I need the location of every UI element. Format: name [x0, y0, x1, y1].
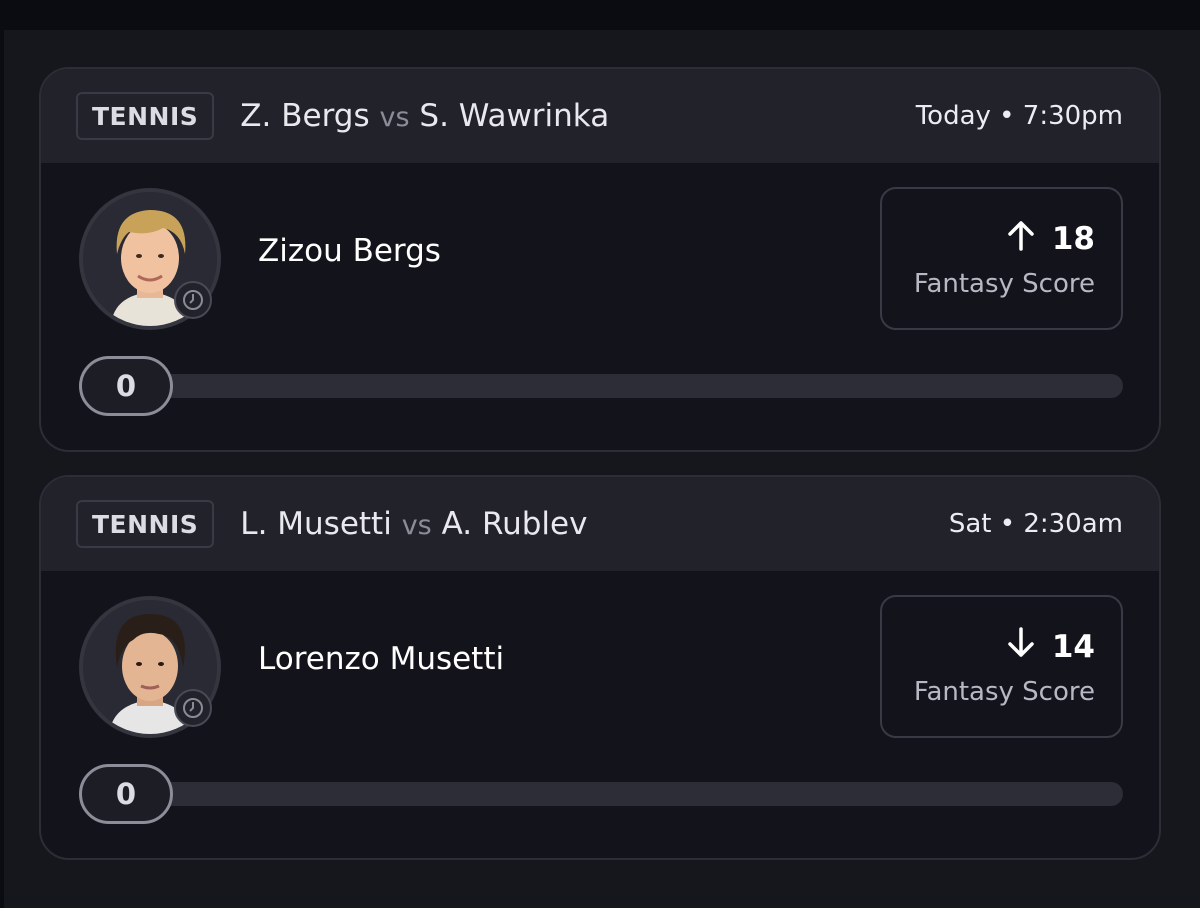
left-edge	[0, 0, 4, 908]
clock-icon	[174, 281, 212, 319]
progress-row: 0	[41, 339, 1159, 429]
progress-row: 0	[41, 747, 1159, 837]
card-header: TENNIS L. Musetti vs A. Rublev Sat • 2:3…	[41, 477, 1159, 571]
top-bar	[0, 0, 1200, 30]
matchup-player-b: A. Rublev	[441, 506, 588, 542]
projection-card[interactable]: TENNIS L. Musetti vs A. Rublev Sat • 2:3…	[39, 475, 1161, 860]
score-label: Fantasy Score	[913, 269, 1095, 299]
player-name: Zizou Bergs	[258, 233, 441, 269]
matchup: L. Musetti vs A. Rublev	[240, 506, 587, 542]
sport-badge: TENNIS	[76, 500, 215, 548]
matchup-player-a: Z. Bergs	[240, 98, 370, 134]
progress-track	[79, 374, 1123, 398]
score-label: Fantasy Score	[913, 677, 1095, 707]
sport-badge: TENNIS	[76, 92, 215, 140]
progress-value: 0	[79, 356, 173, 416]
progress-value: 0	[79, 764, 173, 824]
matchup: Z. Bergs vs S. Wawrinka	[240, 98, 609, 134]
player-row: Lorenzo Musetti 14 Fantasy Score	[41, 571, 1159, 747]
clock-icon	[174, 689, 212, 727]
arrow-down-icon	[1006, 627, 1036, 667]
progress-track	[79, 782, 1123, 806]
matchup-player-b: S. Wawrinka	[419, 98, 610, 134]
card-header: TENNIS Z. Bergs vs S. Wawrinka Today • 7…	[41, 69, 1159, 163]
fantasy-score-box[interactable]: 18 Fantasy Score	[880, 187, 1123, 330]
matchup-vs: vs	[401, 510, 432, 541]
matchup-vs: vs	[379, 102, 410, 133]
matchup-player-a: L. Musetti	[240, 506, 392, 542]
projection-card[interactable]: TENNIS Z. Bergs vs S. Wawrinka Today • 7…	[39, 67, 1161, 452]
score-value: 14	[1051, 629, 1095, 665]
player-row: Zizou Bergs 18 Fantasy Score	[41, 163, 1159, 339]
arrow-up-icon	[1006, 219, 1036, 259]
game-time: Sat • 2:30am	[948, 509, 1123, 539]
player-name: Lorenzo Musetti	[258, 641, 505, 677]
score-value: 18	[1051, 221, 1095, 257]
fantasy-score-box[interactable]: 14 Fantasy Score	[880, 595, 1123, 738]
game-time: Today • 7:30pm	[915, 101, 1123, 131]
